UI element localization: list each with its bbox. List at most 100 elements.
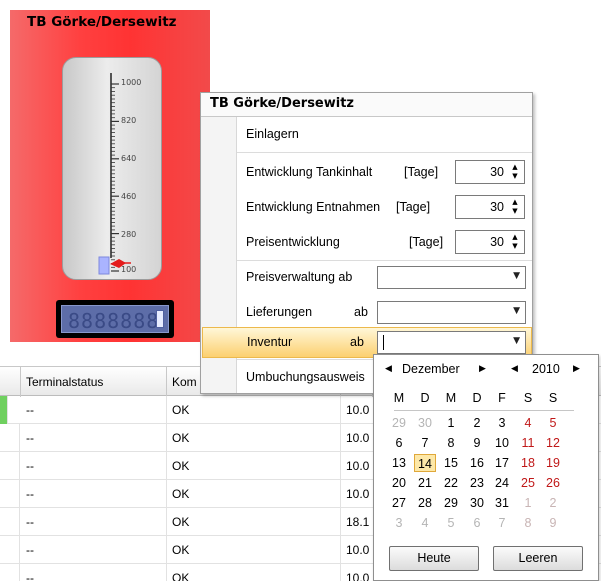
calendar-day[interactable]: 23	[466, 474, 488, 492]
menu-item-tankinhalt[interactable]: Entwicklung Tankinhalt [Tage] 30 ▲ ▼	[237, 155, 532, 190]
preisverwaltung-date-combo[interactable]: ▼	[377, 266, 526, 289]
prev-month-icon[interactable]: ◀	[385, 364, 392, 374]
tank-tile[interactable]: TB Görke/Dersewitz 1000 820 640 460 280 …	[10, 10, 210, 342]
cell-komm: OK	[167, 508, 341, 536]
lieferungen-ab: ab	[354, 305, 368, 319]
inventur-label: Inventur	[247, 335, 293, 349]
preise-unit: [Tage]	[409, 235, 444, 249]
preise-label: Preisentwicklung	[246, 235, 340, 249]
cell-terminalstatus: --	[21, 396, 167, 424]
calendar-day[interactable]: 3	[491, 414, 513, 432]
row-indicator	[0, 508, 20, 536]
entnahmen-days-spinner[interactable]: 30 ▲ ▼	[455, 195, 525, 219]
calendar-day[interactable]: 24	[491, 474, 513, 492]
inventur-date-combo[interactable]: ▼	[377, 331, 526, 354]
tankinhalt-days-spinner[interactable]: 30 ▲ ▼	[455, 160, 525, 184]
weekday-label: D	[472, 391, 482, 405]
chevron-down-icon[interactable]: ▼	[513, 271, 520, 281]
calendar-day[interactable]: 12	[542, 434, 564, 452]
entnahmen-days-value: 30	[490, 200, 504, 214]
menu-item-preisverwaltung[interactable]: Preisverwaltung ab ▼	[237, 260, 532, 295]
row-indicator	[0, 480, 20, 508]
prev-year-icon[interactable]: ◀	[511, 364, 518, 374]
calendar-day[interactable]: 9	[466, 434, 488, 452]
calendar-day[interactable]: 17	[491, 454, 513, 472]
calendar-day[interactable]: 3	[388, 514, 410, 532]
spin-arrows-icon[interactable]: ▲ ▼	[509, 198, 521, 216]
calendar-day[interactable]: 30	[466, 494, 488, 512]
calendar-day[interactable]: 5	[440, 514, 462, 532]
calendar-day[interactable]: 27	[388, 494, 410, 512]
next-year-icon[interactable]: ▶	[573, 364, 580, 374]
calendar-day[interactable]: 21	[414, 474, 436, 492]
calendar-day[interactable]: 2	[542, 494, 564, 512]
calendar-day[interactable]: 6	[388, 434, 410, 452]
lcd-display: 8888888	[56, 300, 174, 338]
row-indicator	[0, 396, 8, 424]
calendar-day[interactable]: 29	[388, 414, 410, 432]
next-month-icon[interactable]: ▶	[479, 364, 486, 374]
umbuchung-label: Umbuchungsausweis	[246, 370, 365, 384]
calendar-day[interactable]: 28	[414, 494, 436, 512]
calendar-day[interactable]: 30	[414, 414, 436, 432]
calendar-day[interactable]: 29	[440, 494, 462, 512]
calendar-day[interactable]: 18	[517, 454, 539, 472]
calendar-day[interactable]: 20	[388, 474, 410, 492]
entnahmen-unit: [Tage]	[396, 200, 431, 214]
calendar-day[interactable]: 15	[440, 454, 462, 472]
calendar-day[interactable]: 2	[466, 414, 488, 432]
scale-label-460: 460	[121, 192, 137, 201]
clear-button[interactable]: Leeren	[493, 546, 583, 571]
calendar-day[interactable]: 13	[388, 454, 410, 472]
cell-terminalstatus: --	[21, 508, 167, 536]
calendar-day[interactable]: 7	[491, 514, 513, 532]
calendar-month[interactable]: Dezember	[402, 362, 460, 376]
calendar-day[interactable]: 25	[517, 474, 539, 492]
calendar-day[interactable]: 11	[517, 434, 539, 452]
inventur-ab: ab	[350, 335, 364, 349]
calendar-day[interactable]: 22	[440, 474, 462, 492]
preise-days-value: 30	[490, 235, 504, 249]
entnahmen-label: Entwicklung Entnahmen	[246, 200, 381, 214]
menu-item-einlagern[interactable]: Einlagern	[237, 117, 532, 152]
calendar-day[interactable]: 8	[517, 514, 539, 532]
calendar-day[interactable]: 9	[542, 514, 564, 532]
cell-terminalstatus: --	[21, 480, 167, 508]
calendar-day[interactable]: 8	[440, 434, 462, 452]
calendar-day[interactable]: 6	[466, 514, 488, 532]
menu-item-lieferungen[interactable]: Lieferungen ab ▼	[237, 295, 532, 330]
cell-komm: OK	[167, 536, 341, 564]
calendar-day[interactable]: 7	[414, 434, 436, 452]
col-header-terminalstatus[interactable]: Terminalstatus	[21, 367, 167, 397]
calendar-day[interactable]: 31	[491, 494, 513, 512]
menu-item-preisentwicklung[interactable]: Preisentwicklung [Tage] 30 ▲ ▼	[237, 225, 532, 260]
row-indicator	[0, 452, 20, 480]
calendar-day[interactable]: 4	[414, 514, 436, 532]
calendar-day[interactable]: 16	[466, 454, 488, 472]
scale-label-100: 100	[121, 265, 137, 274]
spin-arrows-icon[interactable]: ▲ ▼	[509, 163, 521, 181]
menu-item-einlagern-label: Einlagern	[246, 127, 299, 141]
lcd-cursor	[156, 310, 164, 328]
cell-komm: OK	[167, 396, 341, 424]
chevron-down-icon[interactable]: ▼	[513, 336, 520, 346]
calendar-day[interactable]: 14	[414, 454, 436, 472]
text-caret	[383, 335, 384, 350]
calendar-day[interactable]: 26	[542, 474, 564, 492]
menu-separator	[237, 152, 532, 153]
menu-item-entnahmen[interactable]: Entwicklung Entnahmen [Tage] 30 ▲ ▼	[237, 190, 532, 225]
chevron-down-icon[interactable]: ▼	[513, 306, 520, 316]
today-button[interactable]: Heute	[389, 546, 479, 571]
calendar-day[interactable]: 5	[542, 414, 564, 432]
calendar-day[interactable]: 4	[517, 414, 539, 432]
date-picker-calendar: ◀ Dezember ▶ ◀ 2010 ▶ MDMDFSS 29 30 1 2 3 4 5 6…	[373, 354, 599, 581]
spin-arrows-icon[interactable]: ▲ ▼	[509, 233, 521, 251]
calendar-day[interactable]: 10	[491, 434, 513, 452]
calendar-day[interactable]: 1	[517, 494, 539, 512]
preise-days-spinner[interactable]: 30 ▲ ▼	[455, 230, 525, 254]
lieferungen-date-combo[interactable]: ▼	[377, 301, 526, 324]
calendar-day[interactable]: 1	[440, 414, 462, 432]
calendar-year[interactable]: 2010	[532, 362, 560, 376]
cell-komm: OK	[167, 480, 341, 508]
calendar-day[interactable]: 19	[542, 454, 564, 472]
